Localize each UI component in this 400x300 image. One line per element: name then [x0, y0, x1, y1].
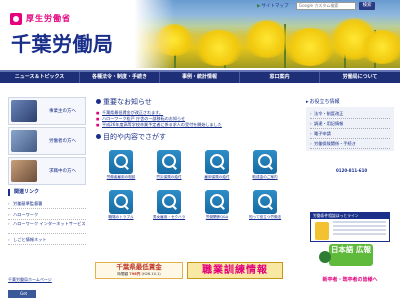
notice-item[interactable]: 平成26年度高等学校卒業予定者に係る求人の受付を開始しました: [95, 122, 285, 128]
purpose-tile-label: 知って役立つ労働法: [249, 215, 282, 219]
sitemap-link[interactable]: サイトマップ: [257, 3, 288, 9]
magnifier-icon: [253, 190, 277, 214]
purpose-tile-grid: 労働者雇用の相談 労災保険の給付 雇用保険の給付 助成金のご案内 職場のトラブル…: [95, 146, 285, 232]
nav-cases-statistics[interactable]: 事例・統計情報: [160, 72, 240, 83]
purpose-tile[interactable]: 労働関係Q&A: [201, 190, 233, 220]
audience-employer[interactable]: 事業主の方へ: [8, 97, 86, 125]
minimum-wage-title: 千葉県最低賃金: [116, 263, 162, 271]
graduates-banner[interactable]: 新卒者・既卒者の皆様へ: [310, 275, 390, 286]
magnifier-icon: [109, 190, 133, 214]
purpose-tile[interactable]: 雇用保険の給付: [201, 150, 233, 180]
get-button[interactable]: Get: [8, 290, 36, 298]
minimum-wage-banner[interactable]: 千葉県最低賃金 時間額 798円 (H26.10.1): [95, 262, 183, 279]
purpose-tile-label: 労働関係Q&A: [205, 215, 229, 219]
mhlw-logo-icon: [10, 13, 22, 25]
site-header: 厚生労働省 千葉労働局 サイトマップ Google カスタム検索 検索: [0, 0, 400, 68]
purpose-tile-label: 労働者雇用の相談: [106, 175, 136, 179]
purpose-tile[interactable]: 労災保険の給付: [153, 150, 185, 180]
worker-photo-icon: [11, 130, 37, 152]
hotline-phone-number: 0120-811-610: [336, 168, 368, 173]
magnifier-icon: [157, 190, 181, 214]
magnifier-icon: [205, 190, 229, 214]
purpose-tile[interactable]: 知って役立つ労働法: [249, 190, 281, 220]
search-button[interactable]: 検索: [359, 2, 375, 10]
purpose-tile[interactable]: 労働者雇用の相談: [105, 150, 137, 180]
purpose-tile-label: 助成金のご案内: [252, 175, 278, 179]
useful-info-heading: お役立ち情報: [306, 97, 394, 107]
phone-icon: [315, 222, 329, 240]
audience-jobseeker[interactable]: 求職中の方へ: [8, 157, 86, 185]
minimum-wage-detail: 時間額 798円 (H26.10.1): [117, 272, 161, 276]
nav-office-guide[interactable]: 窓口案内: [240, 72, 320, 83]
audience-label: 求職中の方へ: [49, 169, 76, 174]
left-sidebar: 事業主の方へ 労働者の方へ 求職中の方へ 関連リンク 労働基準監督署 ハローワー…: [8, 97, 86, 245]
ministry-name: 厚生労働省: [26, 14, 71, 23]
global-nav: ニュース＆トピックス 各種法令・制度・手続き 事例・統計情報 窓口案内 労働局に…: [0, 70, 400, 83]
useful-link-procurement[interactable]: 調達・用記情報: [310, 119, 390, 129]
site-title[interactable]: 千葉労働局: [11, 28, 114, 57]
green-promo-banner[interactable]: 日本語 広報: [319, 244, 373, 266]
notice-list: 千葉県最低賃金が改正されます。 ハローワーク松戸 庁舎の一部移転のお知らせ 平成…: [95, 110, 285, 128]
jobseeker-photo-icon: [11, 160, 37, 182]
useful-link-e-application[interactable]: 電子申請: [310, 129, 390, 139]
magnifier-icon: [157, 150, 181, 174]
magnifier-icon: [253, 150, 277, 174]
rapeseed-flower-photo: [134, 0, 400, 68]
purpose-tile-label: 職場のトラブル: [108, 215, 134, 219]
hotline-banner[interactable]: 労働条件相談ほっとライン: [310, 212, 390, 242]
magnifier-icon: [109, 150, 133, 174]
purpose-tile-label: 労災保険の給付: [156, 175, 182, 179]
audience-label: 労働者の方へ: [49, 139, 76, 144]
nav-laws-procedures[interactable]: 各種法令・制度・手続き: [80, 72, 160, 83]
purpose-tile[interactable]: 助成金のご案内: [249, 150, 281, 180]
right-sidebar: お役立ち情報 法令・制度改正 調達・用記情報 電子申請 労働保険関係・手続き: [306, 97, 394, 151]
search-input[interactable]: Google カスタム検索: [296, 2, 356, 10]
main-content: 重要なお知らせ 千葉県最低賃金が改正されます。 ハローワーク松戸 庁舎の一部移転…: [95, 97, 285, 232]
purpose-search-heading: 目的や内容でさがす: [95, 132, 285, 142]
related-link-hellowork-internet[interactable]: ハローワーク インターネットサービス: [8, 220, 86, 234]
related-link-job-info-net[interactable]: しごと情報ネット: [8, 234, 86, 245]
useful-link-law-revision[interactable]: 法令・制度改正: [310, 109, 390, 119]
bureau-homepage-link[interactable]: 千葉労働局ホームページ: [8, 277, 86, 285]
nav-news-topics[interactable]: ニュース＆トピックス: [0, 72, 80, 83]
related-link-labor-standards[interactable]: 労働基準監督署: [8, 198, 86, 209]
related-link-hellowork[interactable]: ハローワーク: [8, 209, 86, 220]
vocational-training-banner[interactable]: 職業訓練情報: [187, 262, 283, 279]
purpose-tile-label: 男女雇用・セクハラ: [153, 215, 186, 219]
magnifier-icon: [205, 150, 229, 174]
important-notice-heading: 重要なお知らせ: [95, 97, 285, 107]
purpose-tile[interactable]: 職場のトラブル: [105, 190, 137, 220]
related-links-heading: 関連リンク: [8, 189, 86, 196]
purpose-tile-label: 雇用保険の給付: [204, 175, 230, 179]
useful-link-labor-insurance[interactable]: 労働保険関係・手続き: [310, 139, 390, 149]
audience-worker[interactable]: 労働者の方へ: [8, 127, 86, 155]
related-links-list: 労働基準監督署 ハローワーク ハローワーク インターネットサービス しごと情報ネ…: [8, 198, 86, 245]
businessperson-photo-icon: [11, 100, 37, 122]
nav-about-bureau[interactable]: 労働局について: [320, 72, 400, 83]
purpose-tile[interactable]: 男女雇用・セクハラ: [153, 190, 185, 220]
minimum-wage-amount: 798円: [129, 272, 141, 276]
useful-info-list: 法令・制度改正 調達・用記情報 電子申請 労働保険関係・手続き: [306, 107, 394, 151]
audience-label: 事業主の方へ: [49, 109, 76, 114]
